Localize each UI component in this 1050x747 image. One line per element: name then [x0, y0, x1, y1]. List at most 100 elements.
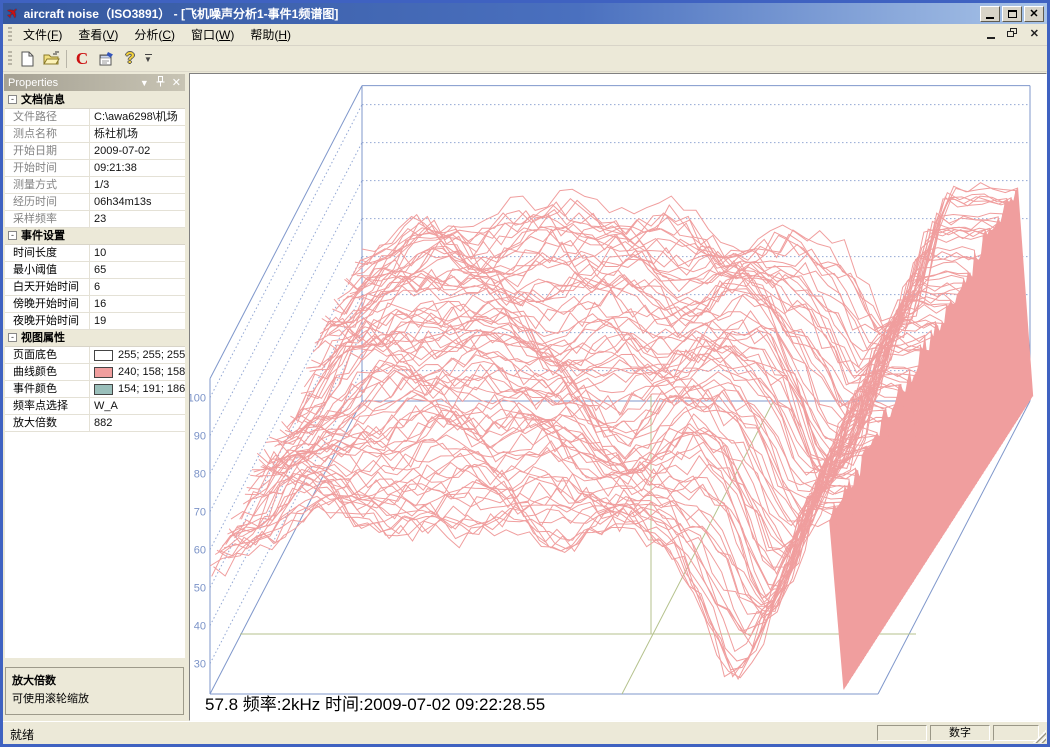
toolbar-grip-handle[interactable] — [8, 51, 12, 67]
property-section-header[interactable]: -事件设置 — [5, 228, 185, 245]
menu-item[interactable]: 分析(C) — [126, 24, 183, 45]
help-icon: ? — [125, 50, 135, 68]
property-row[interactable]: 傍晚开始时间16 — [5, 296, 185, 313]
y-axis-label: 90 — [194, 431, 206, 443]
depth-grid-line — [210, 143, 362, 436]
property-row[interactable]: 白天开始时间6 — [5, 279, 185, 296]
property-label: 开始日期 — [5, 143, 90, 159]
property-value[interactable]: 19 — [90, 313, 185, 329]
toolbar-options-button[interactable]: ▼ — [142, 48, 154, 70]
property-label: 曲线颜色 — [5, 364, 90, 380]
property-label: 事件颜色 — [5, 381, 90, 397]
chevron-down-icon: ▼ — [144, 56, 152, 63]
menubar-grip-handle[interactable] — [8, 27, 12, 43]
y-axis-label: 100 — [190, 393, 206, 405]
property-label: 频率点选择 — [5, 398, 90, 414]
open-file-button[interactable] — [39, 48, 63, 70]
red-c-icon: C — [76, 49, 88, 69]
property-value[interactable]: W_A — [90, 398, 185, 414]
property-row[interactable]: 时间长度10 — [5, 245, 185, 262]
mdi-restore-icon[interactable] — [1007, 28, 1018, 42]
property-label: 傍晚开始时间 — [5, 296, 90, 312]
property-value[interactable]: 1/3 — [90, 177, 185, 193]
properties-button[interactable] — [94, 48, 118, 70]
menu-item[interactable]: 帮助(H) — [242, 24, 299, 45]
toolbar-separator — [66, 50, 67, 68]
new-document-icon — [19, 51, 35, 67]
property-row[interactable]: 频率点选择W_A — [5, 398, 185, 415]
property-value[interactable]: 255; 255; 255 — [90, 347, 185, 363]
property-section-header[interactable]: -视图属性 — [5, 330, 185, 347]
property-value[interactable]: 06h34m13s — [90, 194, 185, 210]
property-value[interactable]: 154; 191; 186 — [90, 381, 185, 397]
panel-menu-chevron-down-icon[interactable]: ▼ — [140, 78, 149, 88]
content-area: Properties ▼ ✕ -文档信息文件路径C:\awa6298\机场测点名… — [3, 73, 1047, 721]
menu-item[interactable]: 窗口(W) — [183, 24, 242, 45]
menu-item[interactable]: 文件(F) — [15, 24, 70, 45]
maximize-button[interactable] — [1002, 6, 1022, 22]
property-row[interactable]: 文件路径C:\awa6298\机场 — [5, 109, 185, 126]
property-value[interactable]: 栎社机场 — [90, 126, 185, 142]
collapse-icon[interactable]: - — [8, 95, 17, 104]
property-value[interactable]: 240; 158; 158 — [90, 364, 185, 380]
mdi-close-icon[interactable]: ✕ — [1030, 29, 1039, 40]
menu-item[interactable]: 查看(V) — [70, 24, 126, 45]
property-row[interactable]: 页面底色255; 255; 255 — [5, 347, 185, 364]
property-row[interactable]: 测点名称栎社机场 — [5, 126, 185, 143]
property-row[interactable]: 事件颜色154; 191; 186 — [5, 381, 185, 398]
property-value[interactable]: 23 — [90, 211, 185, 227]
property-description-box: 放大倍数 可使用滚轮缩放 — [5, 667, 184, 715]
property-value[interactable]: 65 — [90, 262, 185, 278]
title-bar[interactable]: ✈ aircraft noise（ISO3891） - [飞机噪声分析1-事件1… — [3, 3, 1047, 24]
box-edge — [210, 401, 362, 694]
cursor-readout-annotation: 57.8 频率:2kHz 时间:2009-07-02 09:22:28.55 — [205, 690, 545, 715]
property-label: 最小阈值 — [5, 262, 90, 278]
application-window: ✈ aircraft noise（ISO3891） - [飞机噪声分析1-事件1… — [0, 0, 1050, 747]
properties-panel-header[interactable]: Properties ▼ ✕ — [4, 74, 185, 91]
minimize-button[interactable] — [980, 6, 1000, 22]
property-value[interactable]: 2009-07-02 — [90, 143, 185, 159]
property-row[interactable]: 测量方式1/3 — [5, 177, 185, 194]
property-value[interactable]: 6 — [90, 279, 185, 295]
y-axis-label: 40 — [194, 621, 206, 633]
description-text: 可使用滚轮缩放 — [12, 693, 89, 705]
resize-grip[interactable] — [1033, 730, 1046, 743]
spectrogram-chart-area[interactable]: 10090807060504030 57.8 频率:2kHz 时间:2009-0… — [189, 73, 1047, 721]
property-row[interactable]: 经历时间06h34m13s — [5, 194, 185, 211]
box-edge — [210, 86, 362, 379]
collapse-icon[interactable]: - — [8, 231, 17, 240]
help-button[interactable]: ? — [118, 48, 142, 70]
y-axis-label: 30 — [194, 659, 206, 671]
close-button[interactable]: ✕ — [1024, 6, 1044, 22]
property-value[interactable]: 09:21:38 — [90, 160, 185, 176]
property-row[interactable]: 开始时间09:21:38 — [5, 160, 185, 177]
property-grid: -文档信息文件路径C:\awa6298\机场测点名称栎社机场开始日期2009-0… — [5, 92, 185, 658]
waterfall-3d-chart[interactable]: 10090807060504030 — [190, 74, 1046, 720]
mdi-window-controls: ✕ — [987, 28, 1039, 42]
property-section-header[interactable]: -文档信息 — [5, 92, 185, 109]
collapse-icon[interactable]: - — [8, 333, 17, 342]
new-document-button[interactable] — [15, 48, 39, 70]
property-row[interactable]: 夜晚开始时间19 — [5, 313, 185, 330]
property-row[interactable]: 采样频率23 — [5, 211, 185, 228]
property-row[interactable]: 最小阈值65 — [5, 262, 185, 279]
property-label: 白天开始时间 — [5, 279, 90, 295]
property-label: 测量方式 — [5, 177, 90, 193]
color-swatch — [94, 350, 113, 361]
property-value[interactable]: C:\awa6298\机场 — [90, 109, 185, 125]
property-row[interactable]: 开始日期2009-07-02 — [5, 143, 185, 160]
pin-icon[interactable] — [156, 76, 165, 89]
color-swatch — [94, 367, 113, 378]
property-value[interactable]: 882 — [90, 415, 185, 431]
property-row[interactable]: 放大倍数882 — [5, 415, 185, 432]
property-value[interactable]: 16 — [90, 296, 185, 312]
property-label: 页面底色 — [5, 347, 90, 363]
window-title: aircraft noise（ISO3891） - [飞机噪声分析1-事件1频谱… — [24, 5, 978, 22]
mdi-minimize-icon[interactable] — [987, 37, 995, 39]
panel-close-icon[interactable]: ✕ — [172, 76, 181, 89]
property-row[interactable]: 曲线颜色240; 158; 158 — [5, 364, 185, 381]
property-value[interactable]: 10 — [90, 245, 185, 261]
status-bar: 就绪 数字 — [3, 721, 1047, 744]
y-axis-label: 60 — [194, 545, 206, 557]
calibration-button[interactable]: C — [70, 48, 94, 70]
